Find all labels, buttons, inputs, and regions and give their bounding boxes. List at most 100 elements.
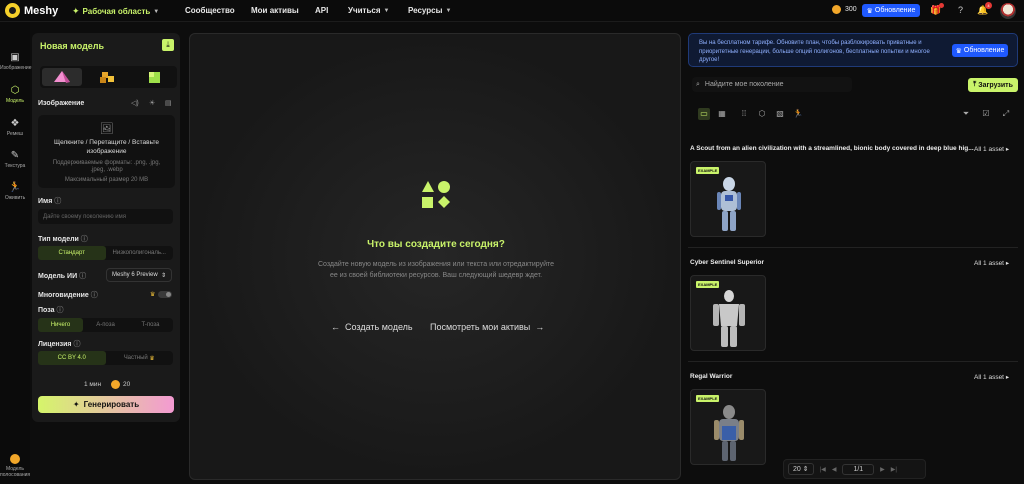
nav-api[interactable]: API (315, 6, 328, 15)
tab-image-to-3d[interactable] (42, 68, 82, 86)
first-page-icon[interactable]: |◀ (820, 466, 826, 473)
nav-community-label: Сообщество (185, 6, 235, 15)
nav-my-assets[interactable]: Мои активы (251, 6, 299, 15)
next-page-icon[interactable]: ▶ (880, 466, 885, 473)
type-lowpoly[interactable]: Низкополигональ... (106, 246, 174, 260)
pose-none[interactable]: Ничего (38, 318, 83, 332)
rail-bottom-item[interactable]: Модель полосования (0, 454, 30, 478)
search-icon: ⌕ (696, 80, 700, 88)
animate-icon[interactable]: 🏃 (792, 108, 804, 120)
chevron-updown-icon: ⇕ (160, 272, 166, 279)
nav-community[interactable]: Сообщество (185, 6, 235, 15)
cube-icon[interactable]: ⬡ (756, 108, 768, 120)
sound-icon[interactable]: ◁) (131, 99, 139, 107)
gallery-icon[interactable]: ▤ (165, 99, 172, 107)
grid-small-icon[interactable]: ▦ (716, 108, 728, 120)
last-page-icon[interactable]: ▶| (891, 466, 897, 473)
sparkle-icon: ✦ (72, 400, 80, 409)
upload-button[interactable]: ⤒ Загрузить (968, 78, 1018, 92)
prev-page-icon[interactable]: ◀ (832, 466, 837, 473)
avatar[interactable] (1000, 3, 1016, 19)
image-label: Изображение (38, 100, 85, 107)
chevron-right-icon: ▸ (1005, 146, 1010, 153)
group-title[interactable]: Regal Warrior (690, 373, 732, 380)
nav-resources[interactable]: Ресурсы ▼ (408, 6, 451, 15)
view-assets-link[interactable]: Посмотреть мои активы → (430, 322, 544, 332)
upload-label: Загрузить (978, 81, 1013, 89)
info-icon[interactable]: ⓘ (81, 236, 88, 243)
name-input[interactable]: Дайте своему поколению имя (38, 209, 173, 224)
group-count[interactable]: All 1 asset ▸ (974, 145, 1009, 153)
nav-learn[interactable]: Учиться ▼ (348, 6, 389, 15)
mode-tabs (40, 66, 177, 88)
rail-item-remesh[interactable]: ❖ Ремеш (0, 118, 30, 137)
rail-item-label: Модель (6, 98, 24, 104)
pose-toggle: Ничего A-поза T-поза (38, 318, 173, 332)
info-icon[interactable]: ⓘ (73, 341, 80, 348)
name-label: Имя ⓘ (38, 196, 61, 206)
group-count[interactable]: All 1 asset ▸ (974, 259, 1009, 267)
example-badge: EXAMPLE (696, 395, 720, 402)
top-bar: Meshy ✦ Рабочая область ▼ Сообщество Мои… (0, 0, 1024, 22)
page-size-select[interactable]: 20 ⇕ (788, 463, 814, 475)
banner-upgrade-button[interactable]: ♛ Обновление (952, 44, 1008, 57)
group-count[interactable]: All 1 asset ▸ (974, 373, 1009, 381)
upgrade-button[interactable]: ♛ Обновление (862, 4, 920, 17)
chevron-updown-icon: ⇕ (802, 466, 809, 473)
left-rail: ▣ Изображение ⬡ Модель ❖ Ремеш ✎ Текстура 🏃 О… (0, 22, 32, 484)
nav-workspace[interactable]: ✦ Рабочая область ▼ (72, 6, 159, 17)
tab-text-to-3d[interactable] (135, 68, 175, 86)
license-private[interactable]: Частный ♛ (106, 351, 174, 365)
rail-item-model[interactable]: ⬡ Модель (0, 85, 30, 104)
generate-label: Генерировать (83, 400, 140, 409)
example-badge: EXAMPLE (696, 281, 720, 288)
image-upload-area[interactable]: 🖼 Щелкните / Перетащите / Вставьте изобр… (38, 115, 175, 188)
rail-item-texture[interactable]: ✎ Текстура (0, 150, 30, 169)
info-icon[interactable]: ⓘ (56, 307, 63, 314)
chevron-right-icon: ▸ (1005, 374, 1010, 381)
folder-icon[interactable]: ▭ (698, 108, 710, 120)
page-indicator[interactable]: 1/1 (842, 463, 875, 475)
license-cc[interactable]: CC BY 4.0 (38, 351, 106, 365)
grid-icon: ✦ (72, 6, 80, 16)
expand-icon[interactable]: ⤢ (1000, 108, 1012, 120)
filter-icon[interactable]: ⏷ (960, 108, 972, 120)
logo[interactable]: Meshy (5, 3, 58, 18)
coin-icon (111, 380, 120, 389)
pose-label: Поза ⓘ (38, 305, 63, 315)
history-search[interactable]: ⌕ Найдите мое поколение (692, 77, 852, 92)
credits-value: 300 (845, 6, 857, 13)
license-label-text: Лицензия (38, 341, 72, 348)
pose-t[interactable]: T-поза (128, 318, 173, 332)
group-title[interactable]: A Scout from an alien civilization with … (690, 145, 974, 152)
checkbox-icon[interactable]: ☑ (980, 108, 992, 120)
ai-model-label: Модель ИИ ⓘ (38, 271, 86, 281)
history-panel: Вы на бесплатном тарифе. Обновите план, … (688, 33, 1020, 484)
create-model-link[interactable]: ← Создать модель (331, 322, 413, 332)
ai-model-select[interactable]: Meshy 6 Preview ⇕ (106, 268, 172, 282)
texture-icon[interactable]: ▧ (774, 108, 786, 120)
asset-thumbnail[interactable]: EXAMPLE (690, 275, 766, 351)
help-icon[interactable]: ? (955, 5, 966, 16)
download-icon[interactable]: ⤓ (162, 39, 174, 51)
rail-item-animate[interactable]: 🏃 Оживить (0, 182, 30, 201)
asset-thumbnail[interactable]: EXAMPLE (690, 389, 766, 465)
credits[interactable]: 300 (832, 5, 857, 14)
multiview-toggle[interactable] (158, 291, 172, 298)
crown-icon: ♛ (866, 7, 873, 15)
generate-button[interactable]: ✦ Генерировать (38, 396, 174, 413)
info-icon[interactable]: ⓘ (54, 198, 61, 205)
info-icon[interactable]: ⓘ (91, 292, 98, 299)
type-standard[interactable]: Стандарт (38, 246, 106, 260)
rail-item-image[interactable]: ▣ Изображение (0, 52, 32, 71)
pose-a[interactable]: A-поза (83, 318, 128, 332)
lightbulb-icon[interactable]: ☀ (149, 99, 155, 107)
grid-icon[interactable]: ⁞⁞ (738, 108, 750, 120)
model-type-toggle: Стандарт Низкополигональ... (38, 246, 173, 260)
divider (688, 247, 1018, 248)
info-icon[interactable]: ⓘ (79, 273, 86, 280)
asset-thumbnail[interactable]: EXAMPLE (690, 161, 766, 237)
tab-multi-image[interactable] (88, 68, 128, 86)
crown-icon: ♛ (149, 355, 155, 362)
group-title[interactable]: Cyber Sentinel Superior (690, 259, 764, 266)
